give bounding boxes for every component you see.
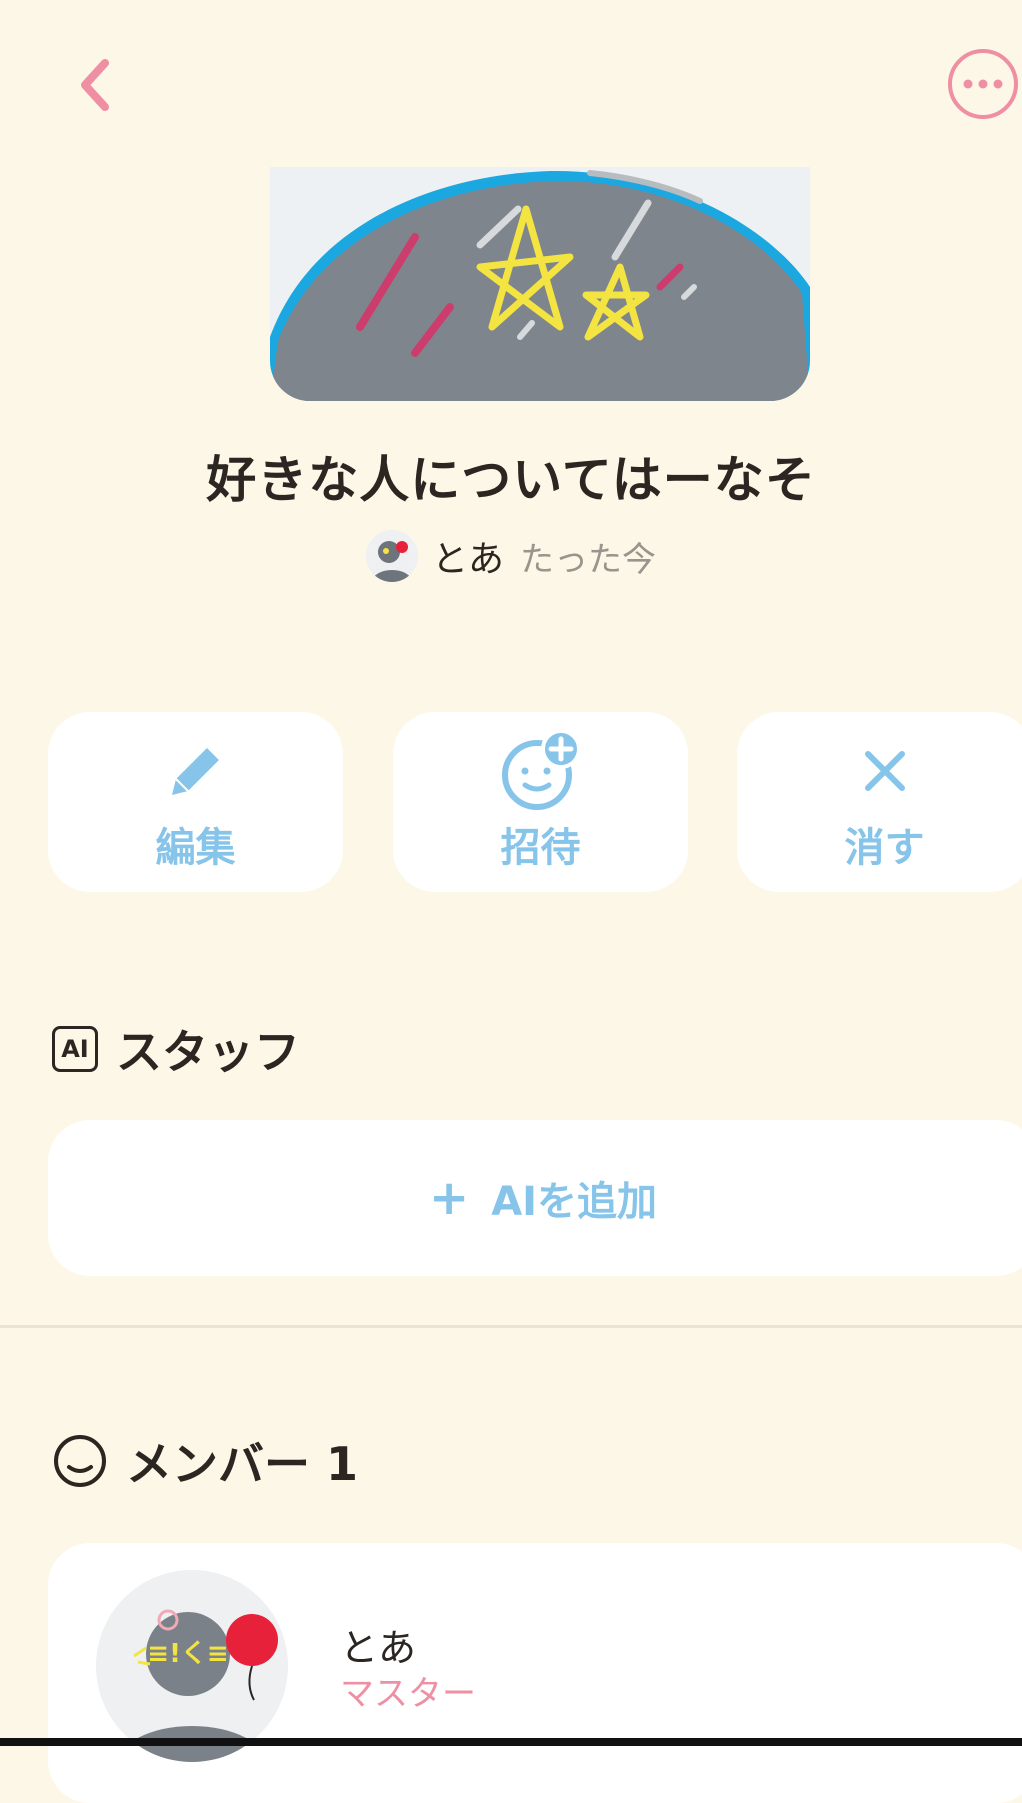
staff-section-heading: AI スタッフ — [52, 1016, 300, 1082]
add-ai-button[interactable]: + AIを追加 — [48, 1120, 1022, 1276]
system-nav-bar — [0, 1738, 1022, 1746]
more-horizontal-icon — [948, 49, 1018, 119]
updated-time: たった今 — [520, 539, 656, 580]
divider — [0, 1325, 1022, 1328]
back-button[interactable] — [60, 50, 130, 120]
members-section-heading: メンバー 1 — [52, 1428, 358, 1494]
delete-button[interactable]: 消す — [737, 712, 1022, 892]
room-title: 好きな人についてはーなそ — [206, 451, 816, 509]
invite-button[interactable]: 招待 — [393, 712, 688, 892]
room-cover-image[interactable] — [270, 167, 810, 401]
owner-name: とあ — [431, 539, 504, 580]
svg-text:≡!く≡: ≡!く≡ — [147, 1639, 228, 1669]
close-icon — [845, 731, 925, 811]
edit-label: 編集 — [155, 825, 236, 871]
staff-heading: スタッフ — [116, 1025, 300, 1079]
ai-badge-icon: AI — [52, 1026, 98, 1072]
chevron-left-icon — [81, 59, 109, 111]
invite-face-plus-icon — [501, 731, 581, 811]
invite-label: 招待 — [500, 825, 581, 871]
more-options-button[interactable] — [946, 47, 1020, 121]
add-ai-label: AIを追加 — [491, 1179, 658, 1225]
edit-button[interactable]: 編集 — [48, 712, 343, 892]
members-heading: メンバー 1 — [126, 1437, 359, 1491]
member-name: とあ — [340, 1626, 417, 1670]
owner-info: とあ たった今 — [0, 530, 1022, 582]
owner-avatar[interactable] — [365, 530, 418, 582]
smile-face-icon — [54, 1435, 106, 1487]
delete-label: 消す — [844, 825, 925, 871]
pencil-icon — [156, 731, 236, 811]
plus-icon: + — [428, 1170, 470, 1226]
member-avatar[interactable]: ≡!く≡ — [96, 1570, 288, 1762]
member-role: マスター — [340, 1674, 476, 1714]
